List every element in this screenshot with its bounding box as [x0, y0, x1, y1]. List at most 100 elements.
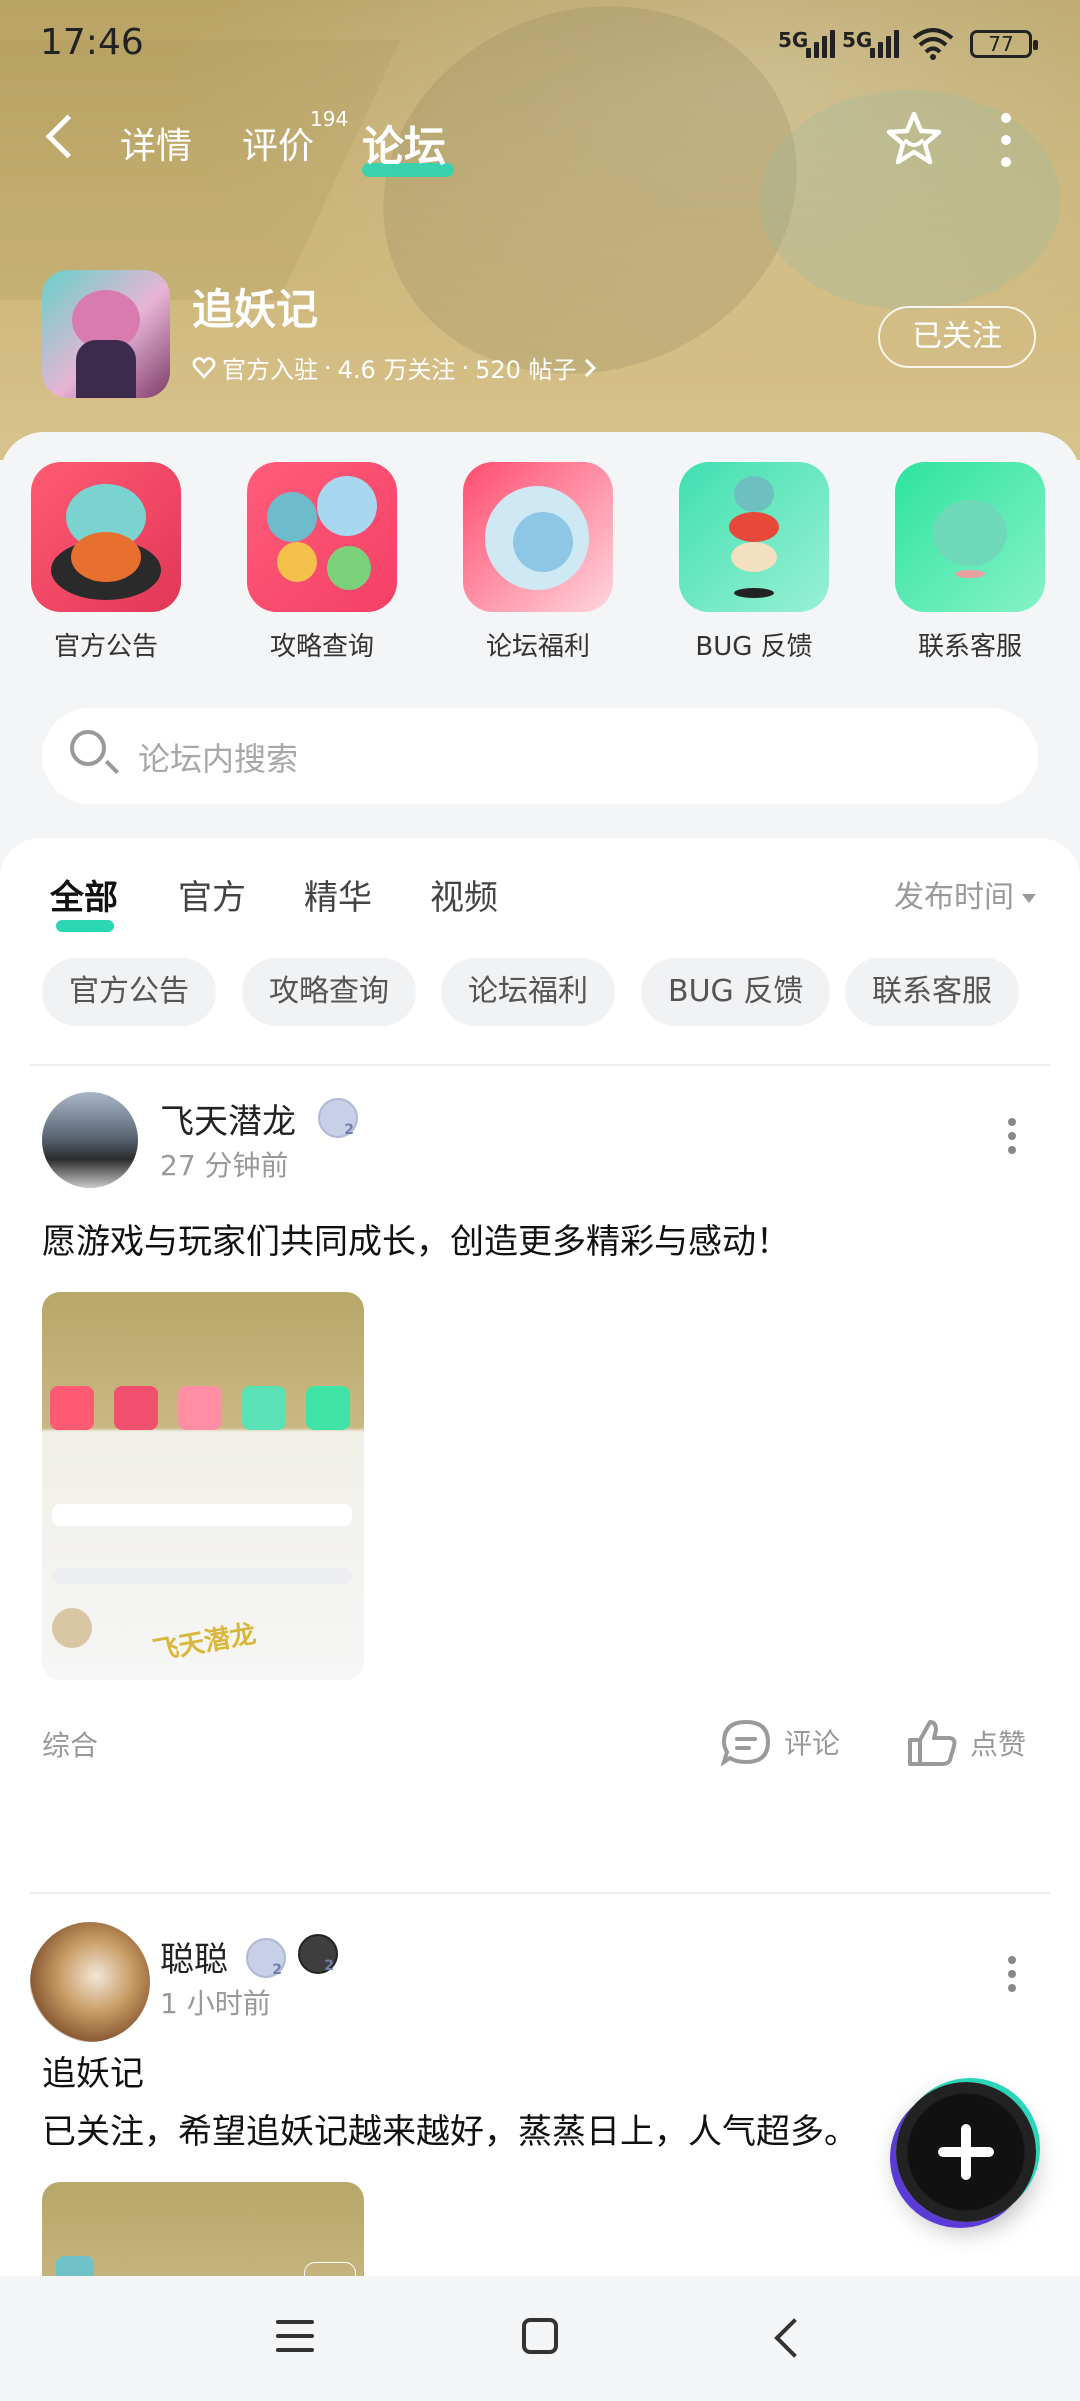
- meta-separator: ·: [324, 353, 332, 382]
- post-author[interactable]: 聪聪: [160, 1932, 228, 1981]
- post-image[interactable]: 飞天潜龙: [42, 1292, 364, 1680]
- divider: [30, 1064, 1050, 1066]
- category-label: 攻略查询: [269, 632, 374, 662]
- comment-label: 评论: [784, 1727, 841, 1760]
- avatar[interactable]: [42, 1092, 138, 1188]
- thumbs-up-icon: [908, 1720, 957, 1766]
- chip-official[interactable]: 官方公告: [42, 958, 216, 1026]
- home-icon[interactable]: [522, 2318, 558, 2354]
- post-more-icon[interactable]: [1008, 1118, 1018, 1158]
- category-official-icon: [31, 462, 181, 612]
- category-welfare[interactable]: 论坛福利: [463, 462, 613, 663]
- sort-dropdown[interactable]: 发布时间: [894, 872, 1036, 916]
- level-badge-icon: [246, 1938, 286, 1978]
- thumb-art: [242, 1386, 286, 1430]
- feed-tab-all[interactable]: 全部: [50, 870, 118, 919]
- category-label: 官方公告: [53, 632, 158, 662]
- forum-search-bar[interactable]: 论坛内搜索: [42, 708, 1038, 804]
- forum-info: 追妖记 官方入驻 · 4.6 万关注 · 520 帖子 已关注: [0, 270, 1080, 410]
- forum-content: 官方公告 攻略查询 论坛福利 BUG 反馈 联系客服 论坛内搜索 全部 官方 精…: [0, 432, 1080, 2362]
- sort-label: 发布时间: [894, 880, 1014, 915]
- thumb-watermark: 飞天潜龙: [150, 1619, 259, 1667]
- chip-strategy[interactable]: 攻略查询: [242, 958, 416, 1026]
- category-welfare-icon: [463, 462, 613, 612]
- signal-5g-label-1: 5G: [778, 28, 809, 52]
- wifi-icon: [912, 28, 954, 60]
- status-time: 17:46: [40, 22, 144, 63]
- more-options-icon[interactable]: [990, 113, 1020, 173]
- thumb-art: [52, 1504, 352, 1526]
- chip-welfare[interactable]: 论坛福利: [441, 958, 615, 1026]
- followers-count: 4.6 万关注: [337, 356, 456, 384]
- favorite-star-icon[interactable]: [884, 109, 944, 169]
- verified-label: 官方入驻: [222, 356, 318, 384]
- post-author[interactable]: 飞天潜龙: [160, 1094, 296, 1143]
- top-navigation: 详情 评价 194 论坛: [0, 95, 1080, 185]
- recent-apps-icon[interactable]: [276, 2320, 314, 2352]
- like-label: 点赞: [970, 1728, 1027, 1761]
- reviews-count-badge: 194: [310, 107, 349, 131]
- forum-header-banner: 17:46 5G 5G 77 详情 评价 194 论坛 追妖记 官方入驻 · 4…: [0, 0, 1080, 460]
- post-title: 追妖记: [42, 2054, 144, 2094]
- system-back-icon[interactable]: [774, 2318, 814, 2358]
- forum-name: 追妖记: [192, 285, 319, 334]
- divider: [30, 1892, 1050, 1894]
- category-service-icon: [895, 462, 1045, 612]
- signal-icon-1: [806, 28, 835, 58]
- category-strategy[interactable]: 攻略查询: [247, 462, 397, 663]
- back-icon[interactable]: [45, 114, 90, 159]
- thumb-art: [50, 1386, 94, 1430]
- feed-tab-official[interactable]: 官方: [178, 870, 246, 919]
- medal-badge-icon: [298, 1934, 338, 1974]
- caret-down-icon: [1022, 894, 1036, 903]
- category-bug-report[interactable]: BUG 反馈: [679, 462, 829, 663]
- signal-icon-2: [870, 28, 899, 58]
- category-strategy-icon: [247, 462, 397, 612]
- category-bug-icon: [679, 462, 829, 612]
- category-official-announcement[interactable]: 官方公告: [31, 462, 181, 663]
- search-icon: [70, 730, 106, 766]
- thumb-art: [52, 1608, 92, 1648]
- meta-separator: ·: [461, 353, 470, 382]
- posts-count: 520 帖子: [475, 356, 577, 384]
- thumb-art: [178, 1386, 222, 1430]
- comment-icon: [720, 1719, 771, 1766]
- post-tag[interactable]: 综合: [42, 1724, 98, 1764]
- category-label: 联系客服: [917, 632, 1022, 662]
- post-time: 27 分钟前: [160, 1149, 289, 1182]
- tab-details[interactable]: 详情: [120, 117, 192, 169]
- search-placeholder: 论坛内搜索: [138, 740, 299, 778]
- forum-avatar: [42, 270, 170, 398]
- feed-tab-featured[interactable]: 精华: [304, 870, 372, 919]
- signal-5g-label-2: 5G: [842, 28, 873, 52]
- battery-icon: 77: [970, 30, 1038, 58]
- chip-service[interactable]: 联系客服: [845, 958, 1019, 1026]
- thumb-art: [114, 1386, 158, 1430]
- chevron-right-icon: [584, 358, 596, 377]
- status-bar: 17:46 5G 5G 77: [0, 0, 1080, 90]
- category-label: BUG 反馈: [695, 632, 813, 662]
- feed-tab-indicator: [56, 920, 114, 932]
- thumb-art: [52, 1568, 352, 1584]
- post-content: 已关注，希望追妖记越来越好，蒸蒸日上，人气超多。: [42, 2112, 858, 2152]
- like-button[interactable]: 点赞: [906, 1718, 1026, 1768]
- post-time: 1 小时前: [160, 1987, 271, 2020]
- forum-meta[interactable]: 官方入驻 · 4.6 万关注 · 520 帖子: [192, 350, 597, 385]
- system-navigation-bar: [0, 2276, 1080, 2401]
- post-more-icon[interactable]: [1008, 1956, 1018, 1996]
- feed-tab-video[interactable]: 视频: [430, 870, 498, 919]
- thumb-art: [306, 1386, 350, 1430]
- level-badge-icon: [318, 1098, 358, 1138]
- follow-button[interactable]: 已关注: [878, 306, 1036, 368]
- post-content: 愿游戏与玩家们共同成长，创造更多精彩与感动！: [42, 1222, 790, 1262]
- category-label: 论坛福利: [485, 632, 590, 662]
- tab-forum[interactable]: 论坛: [362, 113, 446, 174]
- new-post-fab-button[interactable]: [896, 2082, 1036, 2222]
- comment-button[interactable]: 评论: [720, 1718, 840, 1766]
- tab-reviews[interactable]: 评价: [242, 117, 314, 169]
- category-customer-service[interactable]: 联系客服: [895, 462, 1045, 663]
- verified-heart-icon: [192, 356, 216, 379]
- category-shortcuts: 官方公告 攻略查询 论坛福利 BUG 反馈 联系客服: [0, 462, 1080, 672]
- avatar[interactable]: [30, 1922, 150, 2042]
- chip-bug[interactable]: BUG 反馈: [641, 958, 831, 1026]
